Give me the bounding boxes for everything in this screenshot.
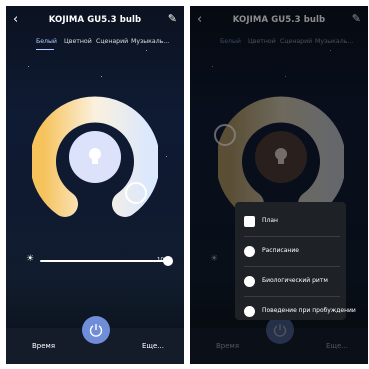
menu-item-label: План [262,217,278,224]
top-bar: ‹ KOJIMA GU5.3 bulb ✎ [6,12,184,28]
tab-color[interactable]: Цветной [64,38,92,45]
more-button[interactable]: Еще... [142,342,164,350]
brightness-slider-track[interactable] [40,260,168,262]
timer-button[interactable]: Время [32,342,55,350]
tab-scene[interactable]: Сценарий [96,38,128,45]
tab-music[interactable]: Музыкаль... [131,38,169,45]
moon-icon [244,276,255,287]
phone-screen-menu: ‹ KOJIMA GU5.3 bulb ✎ Белый Цветной Сцен… [190,6,368,364]
more-menu-popup: План Расписание Биологический ритм Повед… [235,202,356,320]
menu-item-wakeup[interactable]: Поведение при пробуждении [235,297,356,326]
shirt-icon [244,306,255,317]
menu-item-label: Расписание [262,247,299,254]
tab-white[interactable]: Белый [36,38,57,45]
lightbulb-icon [89,148,101,164]
edit-icon[interactable]: ✎ [168,12,177,25]
tab-underline [36,49,54,50]
power-icon [89,324,103,337]
bulb-preview [69,131,121,183]
calendar-icon [244,216,255,227]
menu-item-schedule[interactable]: Расписание [235,237,346,266]
menu-item-biorhythm[interactable]: Биологический ритм [235,267,346,296]
clock-icon [244,246,255,257]
phone-screen-main: ‹ KOJIMA GU5.3 bulb ✎ Белый Цветной Сцен… [6,6,184,364]
menu-item-label: Поведение при пробуждении [262,307,356,314]
brightness-row: ☀ 100% [24,254,184,266]
mode-tabs: Белый Цветной Сценарий Музыкаль... [6,38,184,50]
bottom-bar: Время Еще... [6,316,184,364]
brightness-percent: 100% [157,257,173,263]
wheel-handle[interactable] [125,182,147,204]
power-button[interactable] [82,316,110,344]
menu-item-plan[interactable]: План [235,207,346,236]
device-title: KOJIMA GU5.3 bulb [48,15,142,25]
color-temperature-wheel[interactable] [30,94,160,220]
sun-icon: ☀ [26,254,35,264]
menu-item-label: Биологический ритм [262,277,328,284]
